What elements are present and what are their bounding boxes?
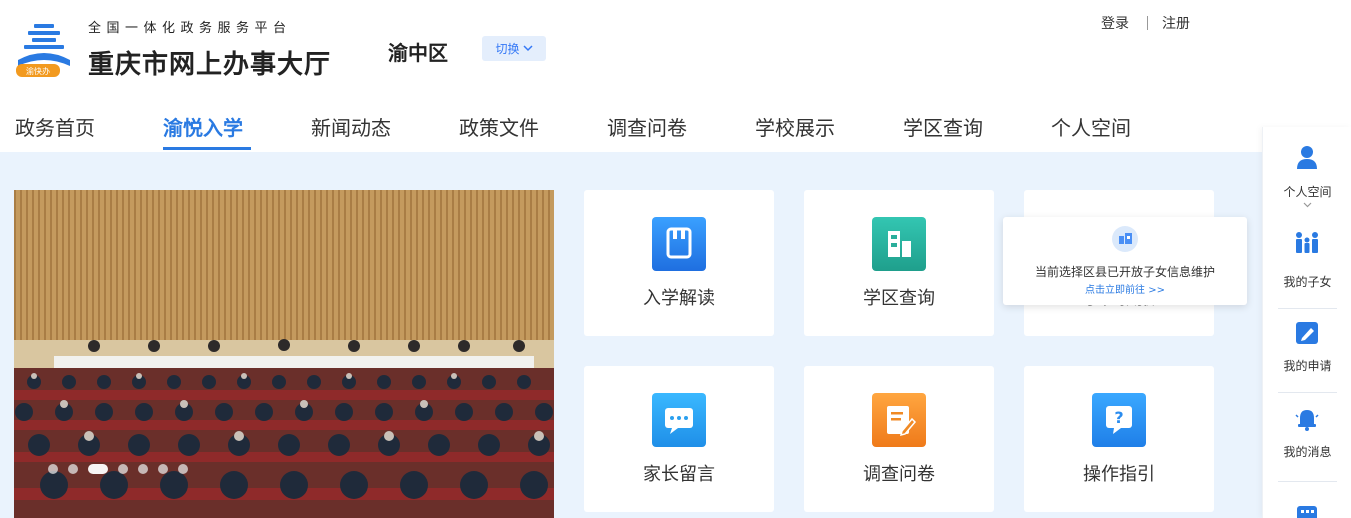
chevron-down-icon	[1303, 202, 1312, 208]
carousel-dot[interactable]	[158, 464, 168, 474]
carousel-dot-active[interactable]	[88, 464, 108, 474]
login-link[interactable]: 登录	[1101, 13, 1129, 33]
logo: 渝快办	[14, 22, 74, 78]
child-info-tooltip[interactable]: 当前选择区县已开放子女信息维护 点击立即前往 >>	[1003, 217, 1247, 305]
logo-text: 渝快办	[26, 66, 50, 76]
nav-survey[interactable]: 调查问卷	[607, 112, 687, 154]
account-links: 登录 注册	[1101, 13, 1190, 33]
nav-active-underline	[163, 147, 251, 150]
tile-label: 家长留言	[643, 464, 715, 485]
tile-label: 操作指引	[1083, 464, 1155, 485]
help-icon: ?	[1092, 393, 1146, 447]
tile-district-query[interactable]: 学区查询	[804, 190, 994, 336]
divider	[1278, 392, 1337, 393]
platform-name: 全国一体化政务服务平台	[88, 21, 292, 36]
register-link[interactable]: 注册	[1162, 13, 1190, 33]
switch-label: 切换	[495, 42, 520, 56]
site-title: 重庆市网上办事大厅	[88, 50, 332, 80]
family-icon	[1296, 232, 1318, 253]
sidebar-label: 个人空间	[1283, 185, 1332, 199]
tooltip-go-link[interactable]: 点击立即前往 >>	[1003, 281, 1247, 296]
tile-operation-guide[interactable]: ? 操作指引	[1024, 366, 1214, 512]
tooltip-message: 当前选择区县已开放子女信息维护	[1034, 265, 1215, 279]
tile-enrollment-guide[interactable]: 入学解读	[584, 190, 774, 336]
nav-schools[interactable]: 学校展示	[755, 112, 835, 154]
banner-carousel[interactable]	[14, 190, 554, 518]
carousel-indicators	[48, 464, 188, 474]
carousel-dot[interactable]	[178, 464, 188, 474]
nav-policy[interactable]: 政策文件	[459, 112, 539, 154]
sidebar-item-my-children[interactable]: 我的子女	[1263, 229, 1351, 299]
divider	[1278, 481, 1337, 482]
nav-home[interactable]: 政务首页	[15, 112, 95, 154]
calendar-icon	[1297, 506, 1317, 518]
nav-district-query[interactable]: 学区查询	[903, 112, 983, 154]
tile-label: 调查问卷	[863, 464, 935, 485]
carousel-dot[interactable]	[48, 464, 58, 474]
district-name: 渝中区	[388, 41, 448, 65]
sidebar-item-personal-space[interactable]: 个人空间	[1263, 141, 1351, 221]
nav-news[interactable]: 新闻动态	[311, 112, 391, 154]
user-icon	[1297, 146, 1317, 169]
carousel-dot[interactable]	[138, 464, 148, 474]
book-icon	[652, 217, 706, 271]
sidebar-item-my-applications[interactable]: 我的申请	[1263, 321, 1351, 391]
nav-personal-space[interactable]: 个人空间	[1051, 112, 1131, 154]
carousel-dot[interactable]	[118, 464, 128, 474]
sidebar-item-my-messages[interactable]: 我的消息	[1263, 407, 1351, 477]
tile-label: 入学解读	[643, 288, 715, 309]
divider	[1147, 16, 1148, 30]
tile-parent-message[interactable]: 家长留言	[584, 366, 774, 512]
carousel-dot[interactable]	[68, 464, 78, 474]
right-sidebar: 个人空间 我的子女 我的申请 我的消息	[1262, 127, 1351, 518]
school-icon	[1112, 226, 1138, 252]
divider	[1278, 308, 1337, 309]
tile-label: 学区查询	[863, 288, 935, 309]
sidebar-label: 我的消息	[1283, 445, 1332, 459]
edit-icon	[1296, 322, 1318, 344]
chevron-down-icon	[522, 45, 533, 52]
edit-icon	[872, 393, 926, 447]
bell-icon	[1295, 410, 1319, 431]
switch-district-button[interactable]: 切换	[482, 36, 546, 61]
tile-survey[interactable]: 调查问卷	[804, 366, 994, 512]
svg-text:?: ?	[1114, 408, 1123, 427]
chat-icon	[652, 393, 706, 447]
sidebar-label: 我的子女	[1283, 275, 1332, 289]
sidebar-item-more[interactable]	[1263, 503, 1351, 518]
sidebar-label: 我的申请	[1283, 359, 1332, 373]
building-icon	[872, 217, 926, 271]
